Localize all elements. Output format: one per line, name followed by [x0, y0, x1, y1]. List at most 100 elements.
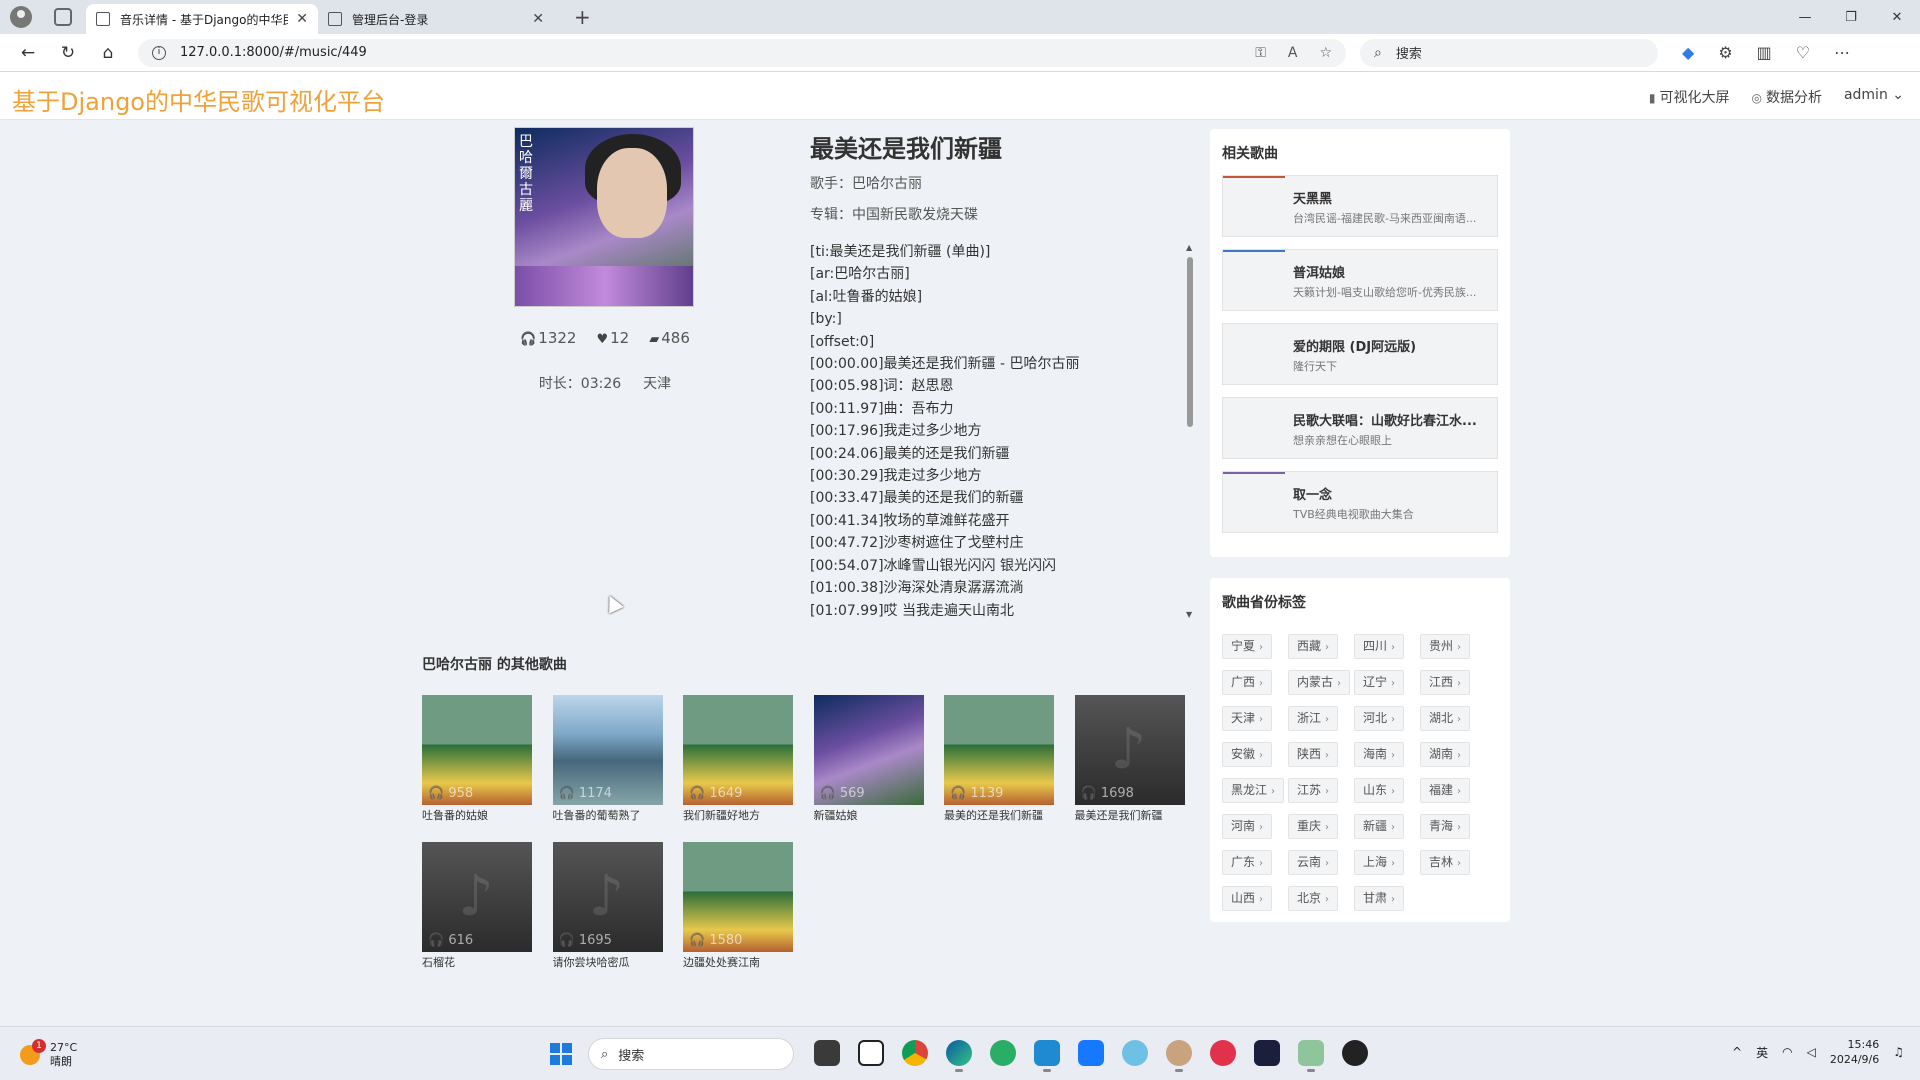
workspaces-icon[interactable]: [54, 8, 72, 26]
media-app-icon[interactable]: [1342, 1040, 1368, 1066]
vscode-icon[interactable]: [1034, 1040, 1060, 1072]
close-window-button[interactable]: ✕: [1874, 10, 1920, 25]
scroll-thumb[interactable]: [1187, 257, 1193, 427]
song-card[interactable]: ♪ 🎧 1698 最美还是我们新疆: [1074, 695, 1185, 823]
song-thumbnail[interactable]: ♪ 🎧 1695: [552, 842, 663, 952]
minimize-button[interactable]: —: [1782, 10, 1828, 25]
new-tab-button[interactable]: +: [574, 5, 591, 29]
song-thumbnail[interactable]: 🎧 1174: [552, 695, 663, 805]
related-song-item[interactable]: 民歌大联唱：山歌好比春江水... 想亲亲想在心眼眼上: [1222, 397, 1498, 459]
tab-music-detail[interactable]: 音乐详情 - 基于Django的中华民歌 ✕: [86, 4, 318, 34]
province-tag[interactable]: 广东 ›: [1222, 850, 1273, 875]
feishu-icon[interactable]: [1078, 1040, 1104, 1066]
province-tag[interactable]: 北京 ›: [1288, 886, 1339, 911]
song-card-name[interactable]: 最美的还是我们新疆: [944, 807, 1054, 823]
song-thumbnail[interactable]: 🎧 1139: [944, 695, 1054, 805]
related-song-item[interactable]: 爱的期限 (DJ阿远版) 隆行天下: [1222, 323, 1498, 385]
province-tag[interactable]: 山东 ›: [1354, 778, 1405, 803]
clip-app-icon[interactable]: [1298, 1040, 1324, 1072]
scroll-down-icon[interactable]: ▼: [1186, 610, 1192, 619]
song-card[interactable]: 🎧 1139 最美的还是我们新疆: [944, 695, 1054, 823]
song-card-name[interactable]: 吐鲁番的葡萄熟了: [553, 807, 663, 823]
taskbar-search[interactable]: ⌕ 搜索: [588, 1038, 794, 1070]
browser-essentials-icon[interactable]: ♡: [1796, 43, 1810, 62]
address-field[interactable]: i 127.0.0.1:8000/#/music/449 ⚿ A ☆: [138, 38, 1346, 67]
song-thumbnail[interactable]: 🎧 1649: [683, 695, 793, 805]
pycharm-icon[interactable]: [1254, 1040, 1280, 1066]
province-tag[interactable]: 新疆 ›: [1354, 814, 1405, 839]
province-tag[interactable]: 四川 ›: [1354, 634, 1405, 659]
province-tag[interactable]: 重庆 ›: [1288, 814, 1339, 839]
speaker-icon[interactable]: ◁: [1807, 1045, 1816, 1059]
lyrics-panel[interactable]: [ti:最美还是我们新疆 (单曲)] [ar:巴哈尔古丽] [al:吐鲁番的姑娘] […: [810, 241, 1198, 619]
profile-icon[interactable]: [10, 6, 32, 28]
read-aloud-icon[interactable]: A: [1288, 45, 1298, 61]
key-icon[interactable]: ⚿: [1255, 45, 1266, 61]
song-thumbnail[interactable]: 🎧 569: [813, 695, 924, 805]
province-tag[interactable]: 上海 ›: [1354, 850, 1405, 875]
chevron-up-icon[interactable]: ^: [1732, 1045, 1742, 1059]
province-tag[interactable]: 海南 ›: [1354, 742, 1405, 767]
related-song-item[interactable]: 普洱姑娘 天籁计划-唱支山歌给您听-优秀民族...: [1222, 249, 1498, 311]
province-tag[interactable]: 天津 ›: [1222, 706, 1273, 731]
province-tag[interactable]: 甘肃 ›: [1354, 886, 1405, 911]
windows-start-icon[interactable]: [550, 1043, 572, 1065]
user-menu[interactable]: admin ⌄: [1844, 87, 1904, 107]
province-tag[interactable]: 福建 ›: [1420, 778, 1471, 803]
song-card-name[interactable]: 最美还是我们新疆: [1075, 807, 1185, 823]
province-tag[interactable]: 江西 ›: [1420, 670, 1471, 695]
province-tag[interactable]: 吉林 ›: [1420, 850, 1471, 875]
like-count[interactable]: ♥ 12: [596, 329, 629, 347]
song-card[interactable]: 🎧 958 吐鲁番的姑娘: [422, 695, 532, 823]
song-thumbnail[interactable]: ♪ 🎧 1698: [1074, 695, 1185, 805]
province-tag[interactable]: 青海 ›: [1420, 814, 1471, 839]
site-info-icon[interactable]: i: [152, 45, 166, 60]
browser-search-field[interactable]: ⌕ 搜索: [1360, 38, 1658, 67]
comment-count[interactable]: ▰ 486: [649, 329, 690, 347]
province-tag[interactable]: 安徽 ›: [1222, 742, 1273, 767]
notion-icon[interactable]: [858, 1040, 884, 1066]
home-icon[interactable]: ⌂: [88, 43, 128, 63]
province-tag[interactable]: 江苏 ›: [1288, 778, 1339, 803]
song-singer[interactable]: 歌手：巴哈尔古丽: [810, 173, 922, 193]
province-tag[interactable]: 河北 ›: [1354, 706, 1405, 731]
netease-music-icon[interactable]: [1210, 1040, 1236, 1066]
notification-bell-icon[interactable]: ♫: [1893, 1045, 1904, 1059]
clock[interactable]: 15:46 2024/9/6: [1830, 1037, 1879, 1067]
song-card[interactable]: 🎧 1649 我们新疆好地方: [683, 695, 793, 823]
scroll-up-icon[interactable]: ▲: [1186, 243, 1192, 252]
province-tag[interactable]: 云南 ›: [1288, 850, 1339, 875]
weather-widget[interactable]: 1 27°C 晴朗: [20, 1039, 77, 1069]
restore-button[interactable]: ❐: [1828, 10, 1874, 25]
song-card[interactable]: 🎧 1580 边疆处处赛江南: [683, 842, 793, 970]
favorite-star-icon[interactable]: ☆: [1319, 45, 1332, 61]
province-tag[interactable]: 湖北 ›: [1420, 706, 1471, 731]
song-thumbnail[interactable]: ♪ 🎧 616: [422, 842, 532, 952]
song-card[interactable]: 🎧 1174 吐鲁番的葡萄熟了: [552, 695, 663, 823]
close-tab-icon[interactable]: ✕: [296, 11, 308, 27]
song-card-name[interactable]: 新疆姑娘: [814, 807, 924, 823]
province-tag[interactable]: 陕西 ›: [1288, 742, 1339, 767]
extensions-icon[interactable]: ⚙: [1718, 43, 1732, 62]
song-thumbnail[interactable]: 🎧 958: [422, 695, 532, 805]
split-screen-icon[interactable]: ▥: [1757, 43, 1772, 62]
edge-icon[interactable]: [946, 1040, 972, 1072]
tab-admin-login[interactable]: 管理后台-登录 ✕: [318, 4, 554, 34]
nav-dashboard[interactable]: ▮ 可视化大屏: [1649, 87, 1730, 107]
song-card[interactable]: ♪ 🎧 616 石榴花: [422, 842, 532, 970]
province-tag[interactable]: 黑龙江 ›: [1222, 778, 1285, 803]
province-tag[interactable]: 贵州 ›: [1420, 634, 1471, 659]
related-song-item[interactable]: 取一念 TVB经典电视歌曲大集合: [1222, 471, 1498, 533]
song-card[interactable]: ♪ 🎧 1695 请你尝块哈密瓜: [552, 842, 663, 970]
province-tag[interactable]: 广西 ›: [1222, 670, 1273, 695]
lyrics-scrollbar[interactable]: ▲ ▼: [1184, 243, 1196, 619]
song-card[interactable]: 🎧 569 新疆姑娘: [813, 695, 924, 823]
wifi-icon[interactable]: ◠: [1782, 1045, 1792, 1059]
province-tag[interactable]: 内蒙古 ›: [1288, 670, 1351, 695]
song-card-name[interactable]: 我们新疆好地方: [683, 807, 793, 823]
song-card-name[interactable]: 请你尝块哈密瓜: [553, 954, 663, 970]
province-tag[interactable]: 山西 ›: [1222, 886, 1273, 911]
site-logo[interactable]: 基于Django的中华民歌可视化平台: [12, 82, 385, 117]
close-tab-icon[interactable]: ✕: [532, 11, 544, 27]
ime-indicator[interactable]: 英: [1756, 1044, 1768, 1061]
